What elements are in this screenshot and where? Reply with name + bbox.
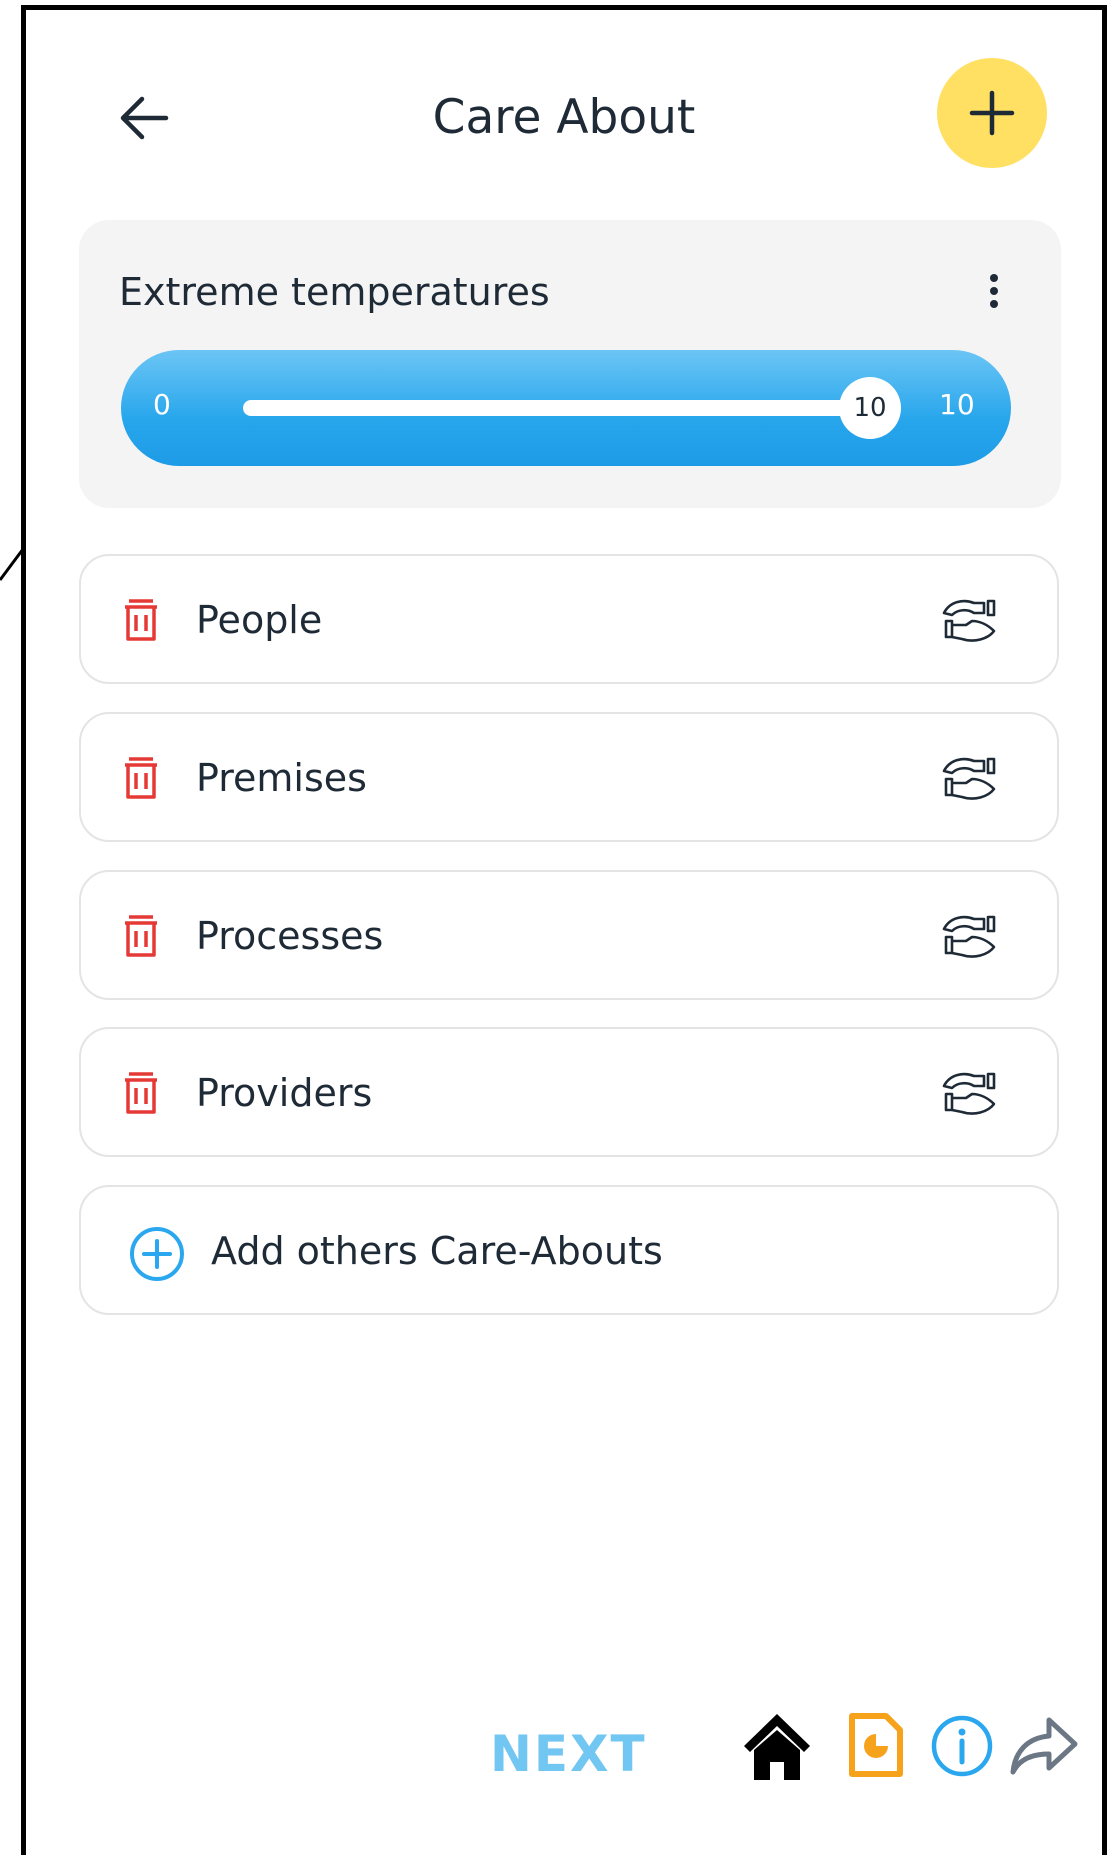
card-menu-button[interactable] bbox=[979, 270, 1009, 315]
list-item-label: Premises bbox=[196, 756, 367, 800]
list-item-people[interactable]: People bbox=[79, 554, 1059, 684]
caring-hands-icon[interactable] bbox=[936, 907, 1000, 967]
slider-max-label: 10 bbox=[939, 388, 975, 421]
temperature-card: Extreme temperatures 0 10 10 bbox=[79, 220, 1061, 508]
home-icon[interactable] bbox=[742, 1710, 812, 1782]
list-item-premises[interactable]: Premises bbox=[79, 712, 1059, 842]
add-others-label: Add others Care-Abouts bbox=[211, 1229, 663, 1273]
add-others-button[interactable]: Add others Care-Abouts bbox=[79, 1185, 1059, 1315]
phone-screen: Care About Extreme temperatures 0 10 10 bbox=[21, 5, 1107, 1855]
plus-circle-icon bbox=[130, 1227, 184, 1281]
list-item-providers[interactable]: Providers bbox=[79, 1027, 1059, 1157]
add-button[interactable] bbox=[937, 58, 1047, 168]
plus-icon bbox=[969, 90, 1015, 136]
app-header: Care About bbox=[26, 10, 1102, 230]
list-item-label: Processes bbox=[196, 914, 384, 958]
report-icon[interactable] bbox=[848, 1712, 904, 1778]
slider-rail[interactable] bbox=[243, 400, 863, 416]
trash-icon[interactable] bbox=[121, 599, 161, 643]
card-title: Extreme temperatures bbox=[119, 270, 550, 314]
next-button[interactable]: NEXT bbox=[490, 1725, 647, 1783]
caring-hands-icon[interactable] bbox=[936, 1064, 1000, 1124]
slider-min-label: 0 bbox=[153, 388, 171, 421]
trash-icon[interactable] bbox=[121, 915, 161, 959]
caring-hands-icon[interactable] bbox=[936, 591, 1000, 651]
list-item-processes[interactable]: Processes bbox=[79, 870, 1059, 1000]
info-icon[interactable] bbox=[930, 1714, 994, 1778]
share-arrow-icon[interactable] bbox=[1009, 1716, 1079, 1776]
list-item-label: People bbox=[196, 598, 323, 642]
slider-thumb[interactable]: 10 bbox=[839, 377, 901, 439]
rating-slider[interactable]: 0 10 10 bbox=[121, 350, 1011, 466]
kebab-menu-icon bbox=[990, 274, 998, 308]
caring-hands-icon[interactable] bbox=[936, 749, 1000, 809]
list-item-label: Providers bbox=[196, 1071, 373, 1115]
trash-icon[interactable] bbox=[121, 757, 161, 801]
trash-icon[interactable] bbox=[121, 1072, 161, 1116]
